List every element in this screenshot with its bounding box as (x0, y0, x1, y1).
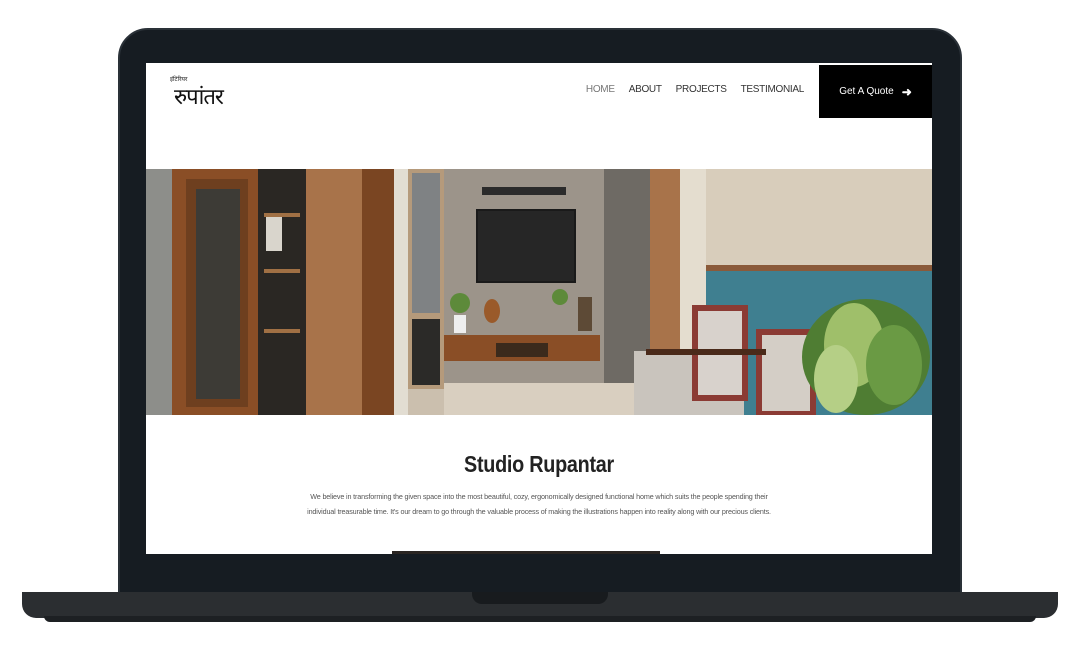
living-room-illustration (146, 169, 932, 415)
arrow-right-icon: ➜ (901, 84, 912, 99)
site-header: इंटिरियर रुपांतर HOME ABOUT PROJECTS TES… (146, 63, 932, 119)
main-nav: HOME ABOUT PROJECTS TESTIMONIAL (586, 84, 804, 95)
laptop-base-edge (44, 616, 1036, 622)
intro-section: Studio Rupantar We believe in transformi… (146, 415, 932, 554)
nav-link-home[interactable]: HOME (586, 84, 615, 95)
get-a-quote-button[interactable]: Get A Quote ➜ (819, 65, 932, 118)
get-a-quote-label: Get A Quote (839, 86, 894, 97)
site-logo[interactable]: इंटिरियर रुपांतर (170, 73, 240, 113)
nav-link-testimonial[interactable]: TESTIMONIAL (741, 84, 805, 95)
hero-image (146, 169, 932, 415)
nav-link-about[interactable]: ABOUT (629, 84, 662, 95)
logo-main-text: रुपांतर (174, 85, 224, 110)
intro-text: We believe in transforming the given spa… (307, 492, 771, 516)
laptop-notch (472, 592, 608, 604)
next-section-image-edge (392, 551, 660, 554)
website-screen: इंटिरियर रुपांतर HOME ABOUT PROJECTS TES… (146, 63, 932, 554)
nav-link-projects[interactable]: PROJECTS (676, 84, 727, 95)
intro-title: Studio Rupantar (464, 451, 614, 477)
laptop-mockup: इंटिरियर रुपांतर HOME ABOUT PROJECTS TES… (0, 0, 1082, 648)
